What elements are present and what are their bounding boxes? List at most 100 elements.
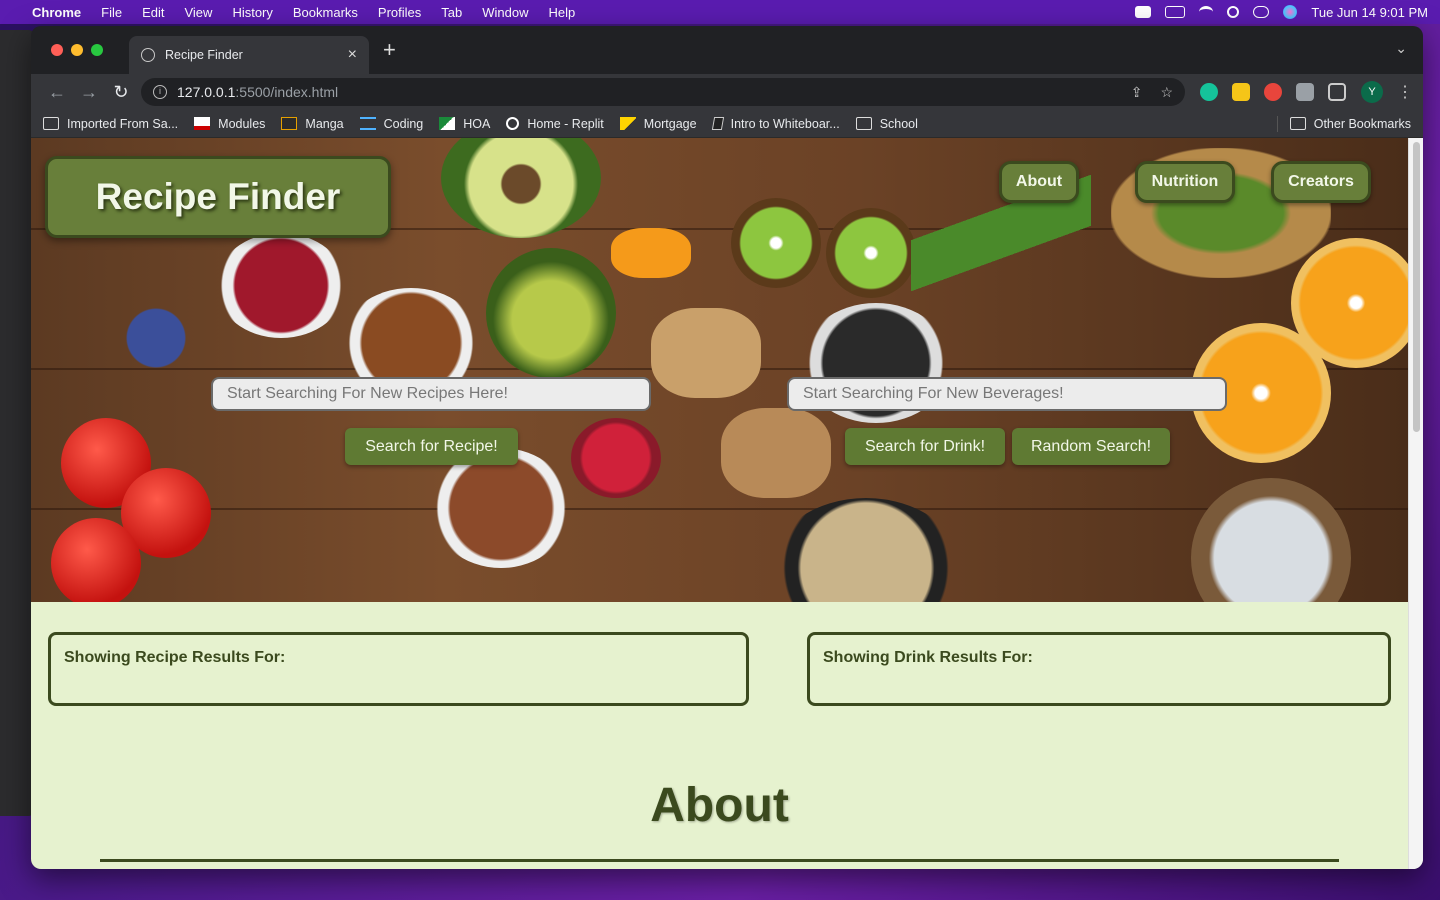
pepper-shape	[611, 228, 691, 278]
url-path: :5500/index.html	[235, 84, 339, 100]
recipe-results-box: Showing Recipe Results For:	[48, 632, 749, 706]
whiteboard-icon	[711, 117, 724, 130]
goji-bowl-shape	[216, 233, 346, 338]
tab-recipe-finder[interactable]: Recipe Finder ×	[129, 36, 369, 74]
site-info-icon[interactable]: i	[153, 85, 167, 99]
tab-search-chevron-icon[interactable]: ⌄	[1395, 40, 1407, 57]
kiwi-shape	[826, 208, 916, 298]
bookmark-label: Intro to Whiteboar...	[730, 116, 840, 131]
profile-avatar[interactable]: Y	[1361, 81, 1383, 103]
siri-icon[interactable]	[1283, 5, 1298, 19]
bookmarks-divider	[1276, 115, 1278, 132]
coconut-shape	[1191, 478, 1351, 602]
new-tab-icon[interactable]: +	[383, 37, 396, 63]
window-controls	[51, 44, 103, 56]
hero-banner: Recipe Finder About Nutrition Creators S…	[31, 138, 1408, 602]
nav-creators-button[interactable]: Creators	[1271, 161, 1371, 203]
other-bookmarks[interactable]: Other Bookmarks	[1276, 115, 1411, 132]
yellow-extension-icon[interactable]	[1232, 83, 1250, 101]
menu-tab[interactable]: Tab	[441, 5, 462, 20]
spotlight-search-icon[interactable]	[1227, 6, 1240, 18]
about-divider	[100, 859, 1339, 862]
drink-search-input[interactable]	[787, 377, 1227, 411]
search-recipe-button[interactable]: Search for Recipe!	[345, 428, 518, 465]
menu-bookmarks[interactable]: Bookmarks	[293, 5, 358, 20]
bookmark-item[interactable]: Intro to Whiteboar...	[711, 116, 840, 131]
status-icons: Tue Jun 14 9:01 PM	[1135, 5, 1428, 20]
bookmark-label: School	[879, 116, 918, 131]
extensions-puzzle-icon[interactable]	[1296, 83, 1314, 101]
bookmark-item[interactable]: Mortgage	[619, 116, 697, 131]
menubar-datetime[interactable]: Tue Jun 14 9:01 PM	[1311, 5, 1428, 20]
bookmark-item[interactable]: Manga	[281, 117, 344, 131]
close-tab-icon[interactable]: ×	[348, 46, 357, 64]
side-panel-icon[interactable]	[1328, 83, 1346, 101]
bookmark-item[interactable]: Coding	[359, 116, 424, 131]
tab-strip: Recipe Finder × + ⌄	[31, 26, 1423, 74]
bookmark-item[interactable]: HOA	[439, 117, 490, 131]
browser-window: Recipe Finder × + ⌄ ← → ↻ i 127.0.0.1:55…	[31, 26, 1423, 869]
fullscreen-window-icon[interactable]	[91, 44, 103, 56]
bookmark-item[interactable]: Home - Replit	[506, 117, 604, 131]
folder-icon	[855, 117, 872, 130]
bread-slice-shape	[721, 408, 831, 498]
battery-icon[interactable]	[1165, 6, 1186, 18]
bookmark-label: Modules	[218, 116, 266, 131]
menu-edit[interactable]: Edit	[142, 5, 164, 20]
bookmark-label: HOA	[463, 116, 491, 131]
minimize-window-icon[interactable]	[71, 44, 83, 56]
recipe-search-input[interactable]	[211, 377, 651, 411]
page-viewport: Recipe Finder About Nutrition Creators S…	[31, 138, 1423, 869]
forward-icon[interactable]: →	[73, 82, 105, 103]
grammarly-extension-icon[interactable]	[1200, 83, 1218, 101]
bookmark-label: Coding	[383, 116, 424, 131]
menu-view[interactable]: View	[184, 5, 212, 20]
scrollbar-thumb[interactable]	[1413, 142, 1420, 432]
usa-icon	[194, 117, 211, 130]
menu-profiles[interactable]: Profiles	[378, 5, 421, 20]
kebab-menu-icon[interactable]: ⋮	[1397, 82, 1413, 102]
control-center-icon[interactable]	[1253, 6, 1270, 18]
menu-app-name[interactable]: Chrome	[32, 5, 81, 20]
folder-icon	[43, 117, 59, 130]
menu-history[interactable]: History	[232, 5, 272, 20]
nav-about-button[interactable]: About	[999, 161, 1079, 203]
mortgage-icon	[619, 117, 636, 130]
search-drink-button[interactable]: Search for Drink!	[845, 428, 1005, 465]
pomegranate-shape	[571, 418, 661, 498]
recipe-results-label: Showing Recipe Results For:	[64, 649, 286, 666]
back-icon[interactable]: ←	[41, 82, 73, 103]
coding-icon	[359, 117, 376, 130]
screen-record-icon[interactable]	[1135, 6, 1152, 18]
avocado-half-shape	[486, 248, 616, 378]
menu-file[interactable]: File	[101, 5, 122, 20]
share-icon[interactable]: ⇪	[1131, 84, 1143, 101]
close-window-icon[interactable]	[51, 44, 63, 56]
nav-nutrition-button[interactable]: Nutrition	[1135, 161, 1235, 203]
page-title: Recipe Finder	[95, 176, 341, 217]
tomato-shape	[51, 518, 141, 602]
reload-icon[interactable]: ↻	[105, 82, 137, 103]
kiwi-shape	[731, 198, 821, 288]
page-scrollbar[interactable]	[1408, 138, 1423, 869]
blueberries-shape	[91, 308, 221, 368]
bread-slice-shape	[651, 308, 761, 398]
drink-results-label: Showing Drink Results For:	[823, 649, 1033, 666]
bookmark-item[interactable]: School	[855, 116, 918, 131]
bookmark-item[interactable]: Imported From Sa...	[43, 117, 178, 131]
replit-icon	[506, 117, 520, 130]
tab-title: Recipe Finder	[165, 48, 243, 62]
menu-window[interactable]: Window	[482, 5, 528, 20]
menu-help[interactable]: Help	[549, 5, 576, 20]
bookmark-star-icon[interactable]: ☆	[1160, 84, 1173, 101]
address-bar[interactable]: i 127.0.0.1:5500/index.html ⇪ ☆	[141, 78, 1185, 106]
rice-bowl-shape	[771, 498, 961, 602]
macos-menubar: Chrome File Edit View History Bookmarks …	[0, 0, 1440, 24]
bookmark-item[interactable]: Modules	[194, 117, 265, 131]
globe-icon	[141, 48, 155, 62]
recorder-extension-icon[interactable]	[1264, 83, 1282, 101]
browser-toolbar: ← → ↻ i 127.0.0.1:5500/index.html ⇪ ☆ Y …	[31, 74, 1423, 110]
bookmark-label: Mortgage	[643, 116, 697, 131]
wifi-icon[interactable]	[1199, 6, 1214, 18]
random-search-button[interactable]: Random Search!	[1012, 428, 1170, 465]
